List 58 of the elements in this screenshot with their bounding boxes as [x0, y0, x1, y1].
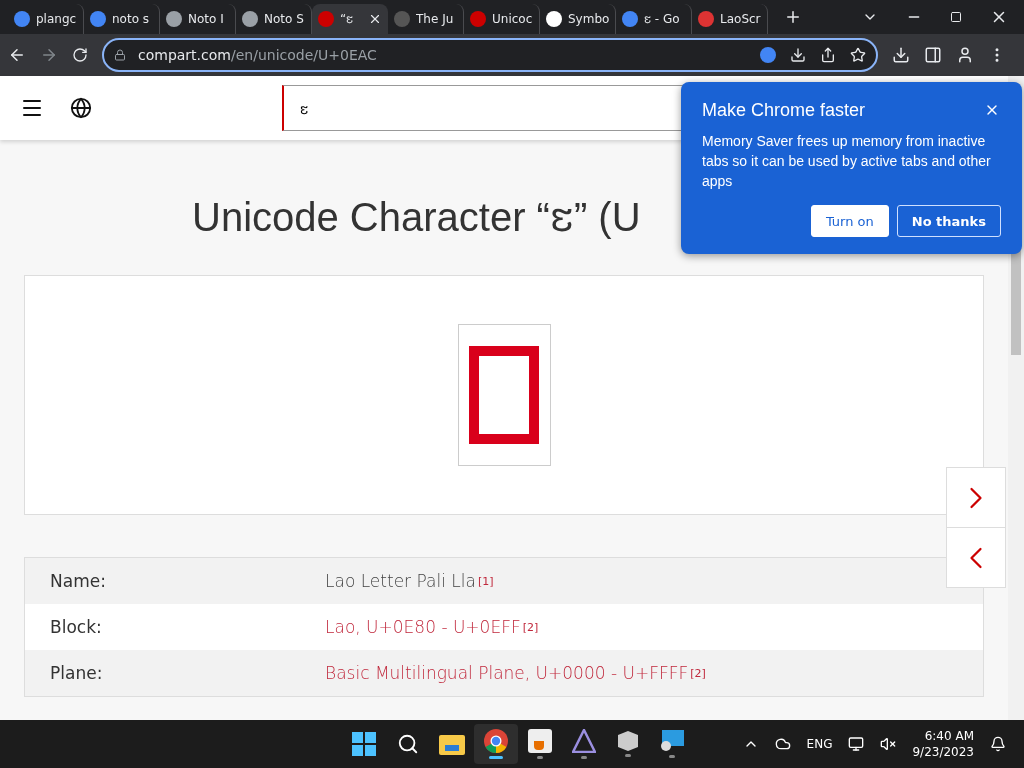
favicon-icon	[242, 11, 258, 27]
reference-link[interactable]: [2]	[690, 666, 706, 680]
bell-icon[interactable]	[990, 736, 1006, 752]
folder-icon	[439, 733, 465, 755]
popup-title: Make Chrome faster	[702, 100, 866, 121]
cloud-icon[interactable]	[774, 736, 791, 752]
cube-icon	[616, 731, 640, 751]
network-icon[interactable]	[848, 736, 865, 752]
star-icon[interactable]	[850, 47, 866, 63]
address-field[interactable]: compart.com/en/unicode/U+0EAC	[102, 38, 878, 72]
forward-icon[interactable]	[40, 46, 58, 64]
clock[interactable]: 6:40 AM 9/23/2023	[912, 728, 974, 760]
page-title: Unicode Character “ຬ” (U	[192, 194, 641, 241]
popup-button[interactable]: No thanks	[896, 205, 1001, 237]
coffee-cup-icon	[528, 729, 552, 753]
triangle-icon	[572, 729, 596, 753]
reference-link[interactable]: [1]	[477, 574, 494, 588]
url-text: compart.com/en/unicode/U+0EAC	[138, 47, 377, 63]
close-icon[interactable]	[368, 12, 382, 26]
reference-link[interactable]: [2]	[522, 620, 539, 634]
browser-tab[interactable]: “ຬ	[312, 4, 388, 34]
taskbar-app[interactable]	[474, 724, 518, 764]
new-tab-icon[interactable]	[784, 8, 802, 26]
remote-desktop-icon	[660, 730, 684, 752]
property-label: Plane:	[49, 663, 104, 683]
favicon-icon	[470, 11, 486, 27]
popup-button[interactable]: Turn on	[810, 205, 889, 237]
lock-icon	[114, 49, 126, 61]
google-icon[interactable]	[760, 47, 776, 63]
windows-icon	[352, 732, 376, 756]
favicon-icon	[546, 11, 562, 27]
property-label: Name:	[49, 571, 107, 591]
favicon-icon	[14, 11, 30, 27]
favicon-icon	[318, 11, 334, 27]
property-value: Lao Letter Pali Lla	[325, 571, 476, 591]
search-icon	[397, 733, 419, 755]
side-panel-icon[interactable]	[924, 46, 942, 64]
favicon-icon	[698, 11, 714, 27]
favicon-icon	[166, 11, 182, 27]
restore-icon[interactable]	[950, 11, 962, 23]
property-label: Block:	[49, 617, 103, 637]
favicon-icon	[90, 11, 106, 27]
download-icon[interactable]	[892, 46, 910, 64]
property-link[interactable]: Basic Multilingual Plane, U+0000 - U+FFFF	[325, 663, 689, 683]
favicon-icon	[394, 11, 410, 27]
chrome-icon	[484, 729, 508, 753]
globe-icon[interactable]	[70, 97, 92, 119]
share-icon[interactable]	[820, 47, 836, 63]
missing-glyph-icon	[469, 346, 539, 444]
property-link[interactable]: Lao, U+0E80 - U+0EFF	[325, 617, 521, 637]
install-icon[interactable]	[790, 47, 806, 63]
profile-icon[interactable]	[956, 46, 974, 64]
back-icon[interactable]	[8, 46, 26, 64]
popup-text: Memory Saver frees up memory from inactive tabs so it can be used by active tabs and other apps	[702, 132, 992, 191]
muted-speaker-icon[interactable]	[880, 736, 897, 752]
language-indicator[interactable]: ENG	[806, 737, 833, 751]
favicon-icon	[622, 11, 638, 27]
reload-icon[interactable]	[72, 47, 88, 63]
